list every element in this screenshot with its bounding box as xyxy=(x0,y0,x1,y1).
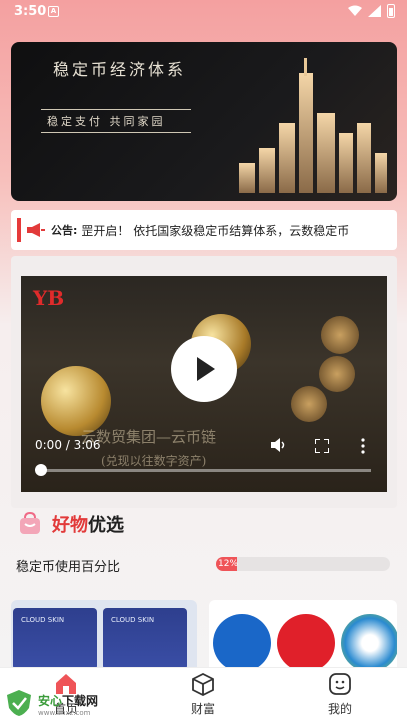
video-caption: 云数贸集团—云币链 xyxy=(81,428,217,446)
volume-icon[interactable] xyxy=(271,438,287,452)
megaphone-icon xyxy=(27,223,45,237)
skyline-image xyxy=(239,58,387,193)
nav-mine[interactable]: 我的 xyxy=(300,672,380,717)
watermark-url: www.anxz.com xyxy=(38,708,91,717)
box-icon xyxy=(192,672,214,696)
video-logo: YB xyxy=(33,286,65,310)
notice-accent xyxy=(17,218,21,242)
usage-percentage-row: 稳定币使用百分比 12% xyxy=(16,556,394,576)
shopping-bag-icon xyxy=(20,512,40,534)
product-card[interactable] xyxy=(209,600,397,670)
product-brand: CLOUD SKIN xyxy=(21,616,65,624)
video-card: YB 云数贸集团—云币链 (兑现以往数字资产) 0:00 / 3:06 xyxy=(11,256,397,508)
notice-label: 公告: xyxy=(51,224,78,237)
wifi-icon xyxy=(348,5,362,16)
notification-icon: A xyxy=(48,6,59,17)
chart-badge-image xyxy=(321,316,359,354)
watermark-title-b: 下载网 xyxy=(62,693,99,708)
usage-progress-bar: 12% xyxy=(216,557,390,571)
status-bar: 3:50 A xyxy=(0,0,407,24)
unicom-logo-image xyxy=(277,614,335,670)
chart-badge-image xyxy=(291,386,327,422)
usage-percentage-label: 稳定币使用百分比 xyxy=(16,560,121,575)
banner-subtitle: 稳定支付 共同家园 xyxy=(47,115,166,128)
video-time: 0:00 / 3:06 xyxy=(35,438,101,452)
banner-divider xyxy=(41,132,191,133)
status-icons xyxy=(348,4,395,18)
notice-text: 罡开启！ 依托国家级稳定币结算体系，云数稳定币 xyxy=(81,223,350,238)
status-time: 3:50 xyxy=(14,4,47,19)
video-caption-sub: (兑现以往数字资产) xyxy=(101,454,207,468)
watermark-title: 安心 xyxy=(38,693,63,708)
nav-mine-label: 我的 xyxy=(327,702,352,716)
play-button[interactable] xyxy=(171,336,237,402)
product-card[interactable]: CLOUD SKIN CLOUD SKIN xyxy=(11,600,197,670)
product-image: CLOUD SKIN xyxy=(103,608,187,670)
section-header: 好物 优选 xyxy=(18,508,124,540)
usage-progress-fill: 12% xyxy=(216,557,239,571)
more-options-icon[interactable] xyxy=(361,438,365,454)
mobile-logo-image xyxy=(341,614,397,670)
fullscreen-icon[interactable] xyxy=(315,439,329,453)
smile-icon xyxy=(329,673,351,695)
announcement-bar[interactable]: 公告: 罡开启！ 依托国家级稳定币结算体系，云数稳定币 xyxy=(11,210,397,250)
signal-icon xyxy=(368,5,381,17)
battery-icon xyxy=(387,4,395,18)
watermark: 安心下载网 www.anxz.com xyxy=(4,688,98,718)
nav-wealth-label: 财富 xyxy=(190,702,215,716)
product-brand: CLOUD SKIN xyxy=(111,616,155,624)
section-title-highlight: 好物 xyxy=(52,515,88,536)
video-player[interactable]: YB 云数贸集团—云币链 (兑现以往数字资产) 0:00 / 3:06 xyxy=(21,276,387,492)
shield-icon xyxy=(7,690,31,716)
watermark-text: 安心下载网 www.anxz.com xyxy=(38,690,98,717)
telecom-logo-image xyxy=(213,614,271,670)
banner-carousel[interactable]: 稳定币经济体系 稳定支付 共同家园 xyxy=(11,42,397,201)
section-title: 优选 xyxy=(88,515,124,536)
banner-divider xyxy=(41,109,191,110)
video-progress-thumb[interactable] xyxy=(35,464,47,476)
video-progress-track[interactable] xyxy=(41,469,371,472)
chart-badge-image xyxy=(319,356,355,392)
product-image: CLOUD SKIN xyxy=(13,608,97,670)
banner-title: 稳定币经济体系 xyxy=(53,60,187,79)
nav-wealth[interactable]: 财富 xyxy=(163,672,243,717)
